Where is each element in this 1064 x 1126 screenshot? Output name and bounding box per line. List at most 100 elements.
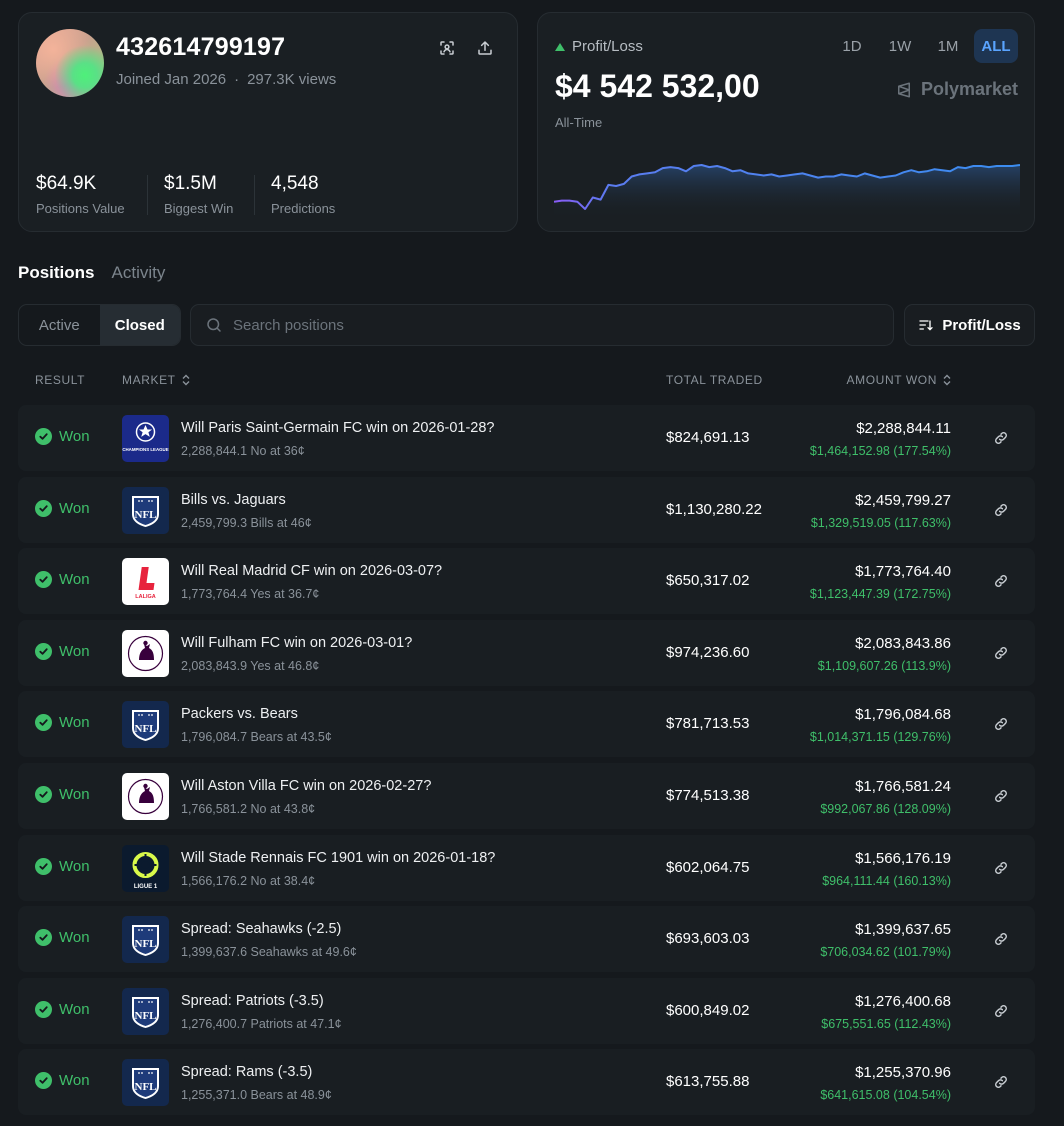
market-position: 1,566,176.2 No at 38.4¢ [181,873,316,888]
range-tab-all[interactable]: ALL [974,29,1018,63]
scan-icon [440,41,454,55]
total-traded: $600,849.02 [666,1001,750,1019]
segment-active[interactable]: Active [19,305,100,345]
link-button[interactable] [993,860,1011,878]
market-title[interactable]: Will Aston Villa FC win on 2026-02-27? [181,778,431,794]
link-button[interactable] [993,1074,1011,1092]
market-position: 1,276,400.7 Patriots at 47.1¢ [181,1016,342,1031]
link-button[interactable] [993,573,1011,591]
table-row[interactable]: Won CHAMPIONS LEAGUE Will Paris Saint-Ge… [18,405,1035,471]
market-position: 2,083,843.9 Yes at 46.8¢ [181,658,320,673]
link-icon [995,1076,1007,1089]
market-title[interactable]: Will Fulham FC win on 2026-03-01? [181,635,412,651]
header-result: RESULT [35,373,86,387]
market-title[interactable]: Spread: Patriots (-3.5) [181,993,324,1009]
link-button[interactable] [993,645,1011,663]
link-icon [995,861,1007,874]
meta-separator: · [234,71,240,88]
market-title[interactable]: Will Paris Saint-Germain FC win on 2026-… [181,420,495,436]
market-title[interactable]: Will Real Madrid CF win on 2026-03-07? [181,563,442,579]
stat-positions-value: $64.9K Positions Value [36,173,125,216]
scan-profile-button[interactable] [436,37,458,59]
profit-loss-label: Profit/Loss [572,38,643,55]
view-count: 297.3K views [247,71,337,88]
profit-loss-amount: $4 542 532,00 [555,68,760,104]
amount-won: $2,288,844.11 [856,420,951,437]
logo-text: NFL [135,938,157,950]
tab-activity[interactable]: Activity [112,263,166,283]
header-market[interactable]: MARKET [122,373,191,387]
profit-amount: $1,109,607.26 (113.9%) [817,658,951,673]
link-button[interactable] [993,788,1011,806]
link-icon [995,933,1007,946]
table-row[interactable]: Won Will Aston Villa FC win on 2026-02-2… [18,762,1035,829]
check-circle-icon [35,1072,52,1090]
link-icon [995,575,1007,588]
stat-label: Positions Value [36,201,125,216]
ligue-1-logo: LIGUE 1 [122,844,169,892]
market-position: 1,255,371.0 Bears at 48.9¢ [181,1088,332,1103]
check-circle-icon [35,571,52,589]
search-input[interactable] [233,316,833,334]
table-row[interactable]: Won LALIGA Will Real Madrid CF win on 20… [18,548,1035,615]
amount-won: $1,276,400.68 [855,992,951,1010]
tab-positions[interactable]: Positions [18,263,95,283]
profit-amount: $1,123,447.39 (172.75%) [809,587,951,602]
profit-amount: $675,551.65 (112.43%) [821,1016,951,1031]
profit-loss-card: Profit/Loss 1D 1W 1M ALL $4 542 532,00 A… [537,12,1035,232]
table-row[interactable]: Won NFL Packers vs. Bears 1,796,084.7 Be… [18,691,1035,758]
market-title[interactable]: Will Stade Rennais FC 1901 win on 2026-0… [181,850,495,866]
market-title[interactable]: Bills vs. Jaguars [181,492,286,508]
nfl-logo: NFL [122,916,169,964]
link-button[interactable] [993,430,1011,448]
table-row[interactable]: Won NFL Spread: Patriots (-3.5) 1,276,40… [18,977,1035,1044]
champions-league-logo: CHAMPIONS LEAGUE [122,415,169,462]
table-row[interactable]: Won NFL Bills vs. Jaguars 2,459,799.3 Bi… [18,476,1035,543]
range-tab-1w[interactable]: 1W [878,29,922,63]
table-row[interactable]: Won LIGUE 1 Will Stade Rennais FC 1901 w… [18,834,1035,901]
logo-text: LIGUE 1 [134,884,158,890]
link-button[interactable] [993,502,1011,520]
logo-text: NFL [135,1010,157,1022]
range-tab-1d[interactable]: 1D [830,29,874,63]
market-title[interactable]: Spread: Seahawks (-2.5) [181,921,341,937]
laliga-logo: LALIGA [122,558,169,606]
profile-meta: Joined Jan 2026 · 297.3K views [116,71,336,88]
link-button[interactable] [993,1003,1011,1021]
check-circle-icon [35,929,52,947]
sort-button[interactable]: Profit/Loss [904,304,1035,346]
profit-amount: $1,014,371.15 (129.76%) [809,730,951,745]
header-total-traded: TOTAL TRADED [666,373,763,387]
sort-toggle-icon [182,374,190,386]
total-traded: $613,755.88 [666,1073,750,1091]
link-button[interactable] [993,716,1011,734]
amount-won: $2,459,799.27 [855,491,951,509]
header-amount-won[interactable]: AMOUNT WON [847,373,952,387]
market-title[interactable]: Packers vs. Bears [181,706,298,722]
stat-value: $1.5M [164,173,217,194]
result-label: Won [59,714,90,732]
share-button[interactable] [474,37,496,59]
table-row[interactable]: Won Will Fulham FC win on 2026-03-01? 2,… [18,619,1035,686]
result-cell: Won [35,929,90,947]
sort-toggle-icon [943,374,951,386]
range-tab-1m[interactable]: 1M [926,29,970,63]
link-icon [995,646,1007,659]
avatar[interactable] [36,29,104,97]
market-title[interactable]: Spread: Rams (-3.5) [181,1064,312,1080]
stat-value: 4,548 [271,173,319,194]
market-position: 1,399,637.6 Seahawks at 49.6¢ [181,945,357,960]
profit-loss-chart [554,164,1020,219]
amount-won: $1,796,084.68 [855,706,951,724]
result-label: Won [59,499,90,517]
stat-label: Predictions [271,201,336,216]
brand-name: Polymarket [920,79,1018,99]
link-button[interactable] [993,931,1011,949]
table-row[interactable]: Won NFL Spread: Seahawks (-2.5) 1,399,63… [18,906,1035,973]
segment-closed[interactable]: Closed [99,305,180,345]
header-amount-won-label: AMOUNT WON [846,373,937,387]
table-row[interactable]: Won NFL Spread: Rams (-3.5) 1,255,371.0 … [18,1049,1035,1116]
link-icon [995,1004,1007,1017]
market-position: 2,459,799.3 Bills at 46¢ [181,515,312,530]
profit-amount: $964,111.44 (160.13%) [822,873,951,888]
